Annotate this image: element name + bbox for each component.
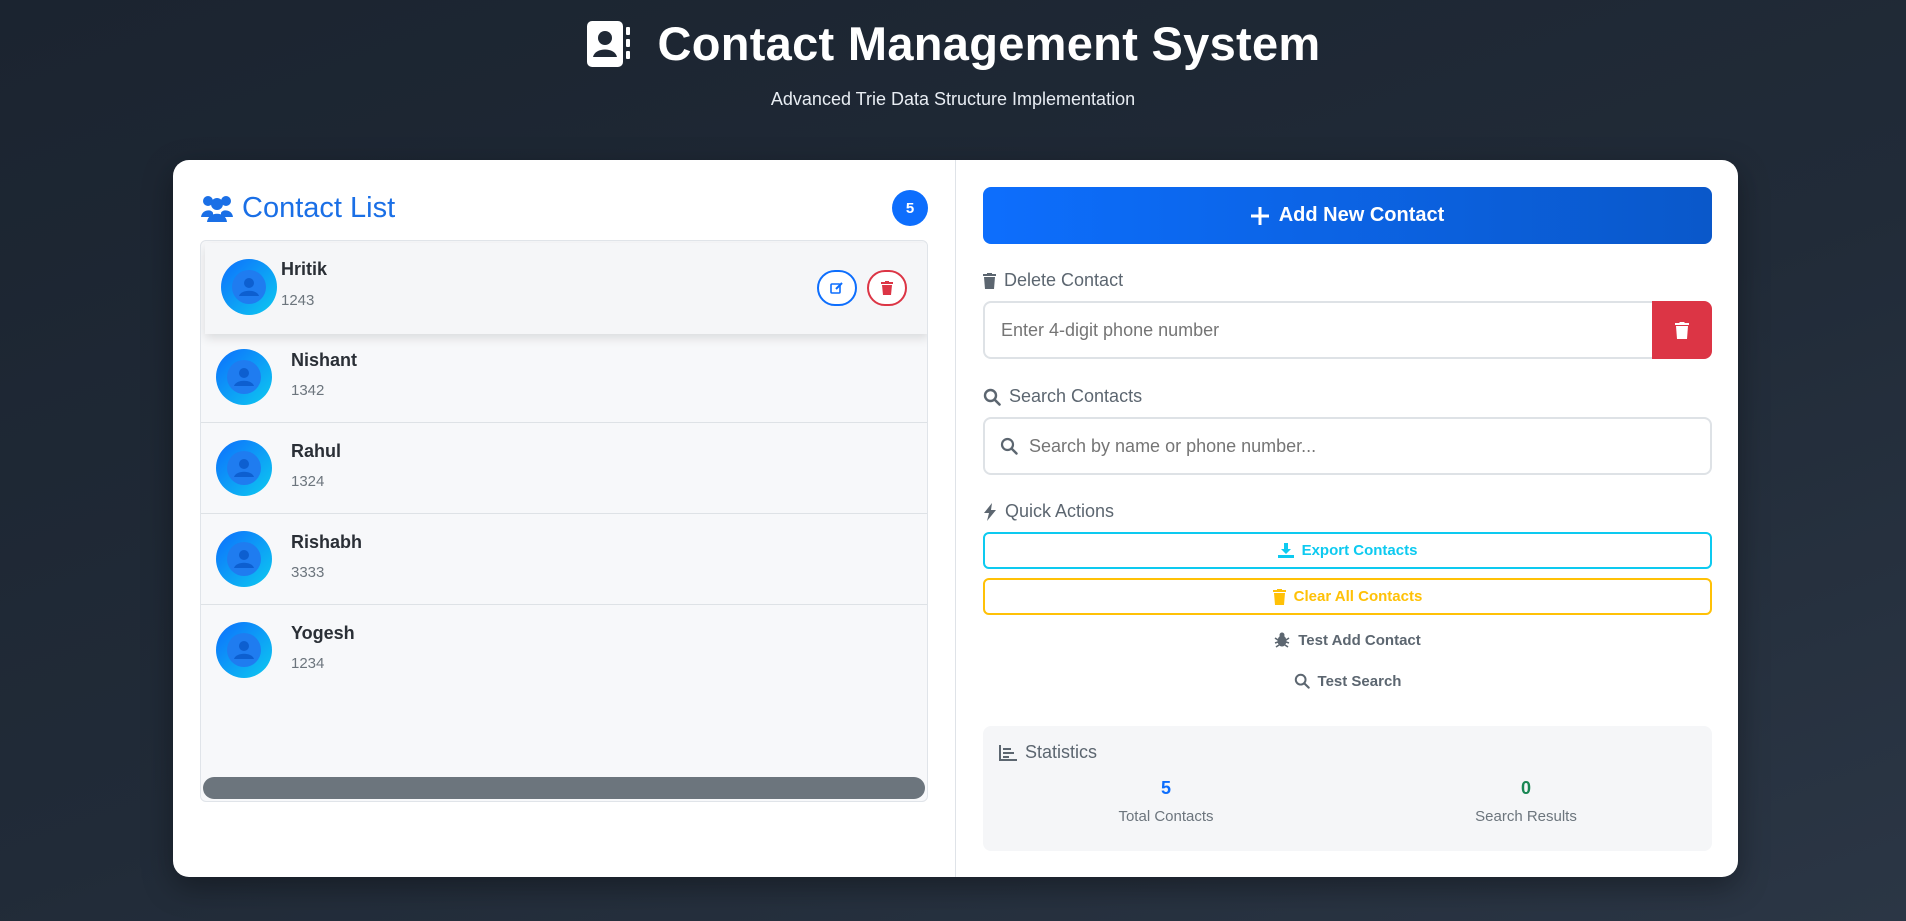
contact-phone: 1234 xyxy=(291,655,325,672)
actions-panel: Add New Contact Delete Contact Search xyxy=(956,160,1738,877)
user-icon xyxy=(227,542,261,576)
search-input[interactable] xyxy=(1029,419,1699,473)
trash-icon xyxy=(1272,588,1286,605)
contact-item[interactable]: Rahul 1324 xyxy=(201,423,927,514)
search-box[interactable] xyxy=(983,417,1712,475)
quick-actions-text: Quick Actions xyxy=(1005,501,1115,521)
avatar xyxy=(216,622,272,678)
bug-icon xyxy=(1274,632,1290,648)
contact-name: Rishabh xyxy=(291,532,363,552)
title-row: Contact Management System xyxy=(0,16,1906,71)
test-search-label: Test Search xyxy=(1317,672,1402,690)
clear-all-contacts-button[interactable]: Clear All Contacts xyxy=(983,578,1712,615)
contact-name: Yogesh xyxy=(291,623,355,643)
statistics-title-text: Statistics xyxy=(1025,742,1098,762)
contact-item[interactable]: Yogesh 1234 xyxy=(201,605,927,696)
statistics-title: Statistics xyxy=(999,742,1097,763)
total-contacts-value: 5 xyxy=(1160,778,1171,798)
plus-icon xyxy=(1250,206,1269,225)
chart-bar-icon xyxy=(999,744,1017,761)
avatar xyxy=(216,349,272,405)
contact-count-badge: 5 xyxy=(892,190,928,226)
contact-phone: 1324 xyxy=(291,473,325,490)
contact-list-title: Contact List xyxy=(242,191,396,224)
total-contacts-label: Total Contacts xyxy=(1118,808,1214,825)
user-icon xyxy=(232,270,266,304)
avatar xyxy=(216,440,272,496)
search-results-value: 0 xyxy=(1520,778,1531,798)
contact-list[interactable]: Hritik 1243 Nishant 1342 Rahul 1324 Rish… xyxy=(200,240,928,802)
contact-item[interactable]: Rishabh 3333 xyxy=(201,514,927,605)
add-contact-button[interactable]: Add New Contact xyxy=(983,187,1712,244)
test-add-contact-button[interactable]: Test Add Contact xyxy=(983,625,1712,655)
contact-list-header: Contact List 5 xyxy=(200,186,928,230)
search-icon xyxy=(1000,437,1018,460)
search-icon xyxy=(1294,673,1310,689)
trash-icon xyxy=(1675,321,1689,339)
page-title: Contact Management System xyxy=(657,17,1321,70)
delete-contact-button[interactable] xyxy=(867,270,907,306)
bolt-icon xyxy=(984,502,996,521)
user-icon xyxy=(227,451,261,485)
contact-name: Hritik xyxy=(281,259,328,279)
contact-book-icon xyxy=(585,19,631,69)
contact-name: Rahul xyxy=(291,441,342,461)
trash-icon xyxy=(983,272,996,289)
test-add-label: Test Add Contact xyxy=(1298,631,1421,649)
delete-phone-input[interactable] xyxy=(983,301,1653,359)
download-icon xyxy=(1277,543,1294,558)
delete-section-text: Delete Contact xyxy=(1004,270,1124,290)
users-icon xyxy=(200,193,234,223)
search-section-text: Search Contacts xyxy=(1009,386,1143,406)
contact-name: Nishant xyxy=(291,350,358,370)
clear-label: Clear All Contacts xyxy=(1293,588,1423,605)
contact-item[interactable]: Nishant 1342 xyxy=(201,332,927,423)
trash-icon xyxy=(881,281,893,295)
export-contacts-button[interactable]: Export Contacts xyxy=(983,532,1712,569)
user-icon xyxy=(227,360,261,394)
contact-phone: 1342 xyxy=(291,382,325,399)
quick-actions-section-label: Quick Actions xyxy=(983,501,1114,522)
user-icon xyxy=(227,633,261,667)
contact-item[interactable]: Hritik 1243 xyxy=(205,243,927,334)
add-contact-label: Add New Contact xyxy=(1278,204,1445,226)
avatar xyxy=(221,259,277,315)
contact-phone: 3333 xyxy=(291,564,325,581)
search-results-label: Search Results xyxy=(1475,808,1577,825)
statistics-panel: Statistics 5 Total Contacts 0 Search Res… xyxy=(983,726,1712,851)
delete-contact-section-label: Delete Contact xyxy=(983,270,1123,291)
page-header: Contact Management System Advanced Trie … xyxy=(0,0,1906,150)
search-contacts-section-label: Search Contacts xyxy=(983,386,1142,407)
test-search-button[interactable]: Test Search xyxy=(983,666,1712,696)
page-subtitle: Advanced Trie Data Structure Implementat… xyxy=(770,89,1136,109)
main-card: Contact List 5 Hritik 1243 Nishant 1342 … xyxy=(173,160,1738,877)
edit-contact-button[interactable] xyxy=(817,270,857,306)
contact-phone: 1243 xyxy=(281,292,315,309)
search-icon xyxy=(983,388,1001,406)
export-label: Export Contacts xyxy=(1301,542,1418,559)
delete-submit-button[interactable] xyxy=(1652,301,1712,359)
contact-list-panel: Contact List 5 Hritik 1243 Nishant 1342 … xyxy=(173,160,955,877)
avatar xyxy=(216,531,272,587)
horizontal-scrollbar[interactable] xyxy=(203,777,925,799)
edit-icon xyxy=(830,282,843,294)
